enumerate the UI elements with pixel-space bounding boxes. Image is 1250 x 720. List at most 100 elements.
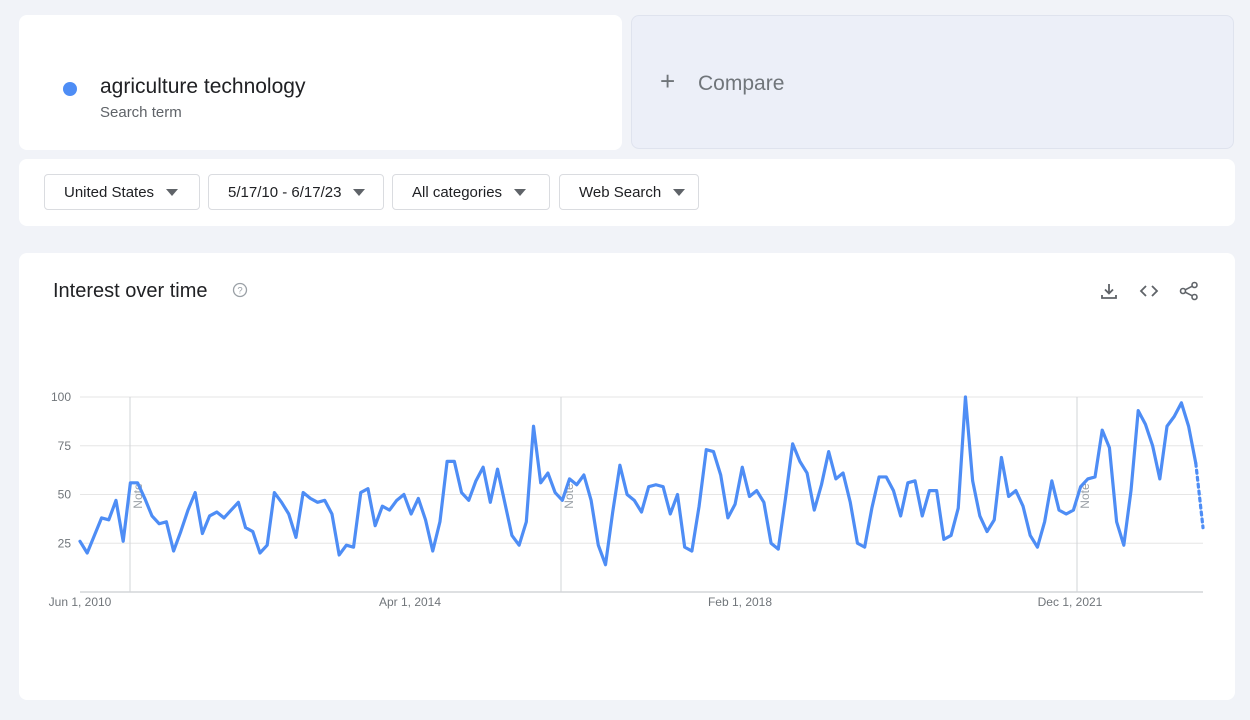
data-point[interactable] [682, 544, 688, 550]
data-point[interactable] [991, 517, 997, 523]
data-point[interactable] [127, 480, 133, 486]
data-point[interactable] [890, 488, 896, 494]
data-point[interactable] [746, 493, 752, 499]
data-point[interactable] [646, 484, 652, 490]
data-point[interactable] [523, 519, 529, 525]
data-point[interactable] [854, 540, 860, 546]
data-point[interactable] [1164, 423, 1170, 429]
data-point[interactable] [293, 534, 299, 540]
data-point[interactable] [459, 490, 465, 496]
data-point[interactable] [941, 536, 947, 542]
data-point[interactable] [394, 497, 400, 503]
region-dropdown[interactable]: United States [44, 174, 200, 210]
data-point[interactable] [869, 505, 875, 511]
data-point[interactable] [1049, 478, 1055, 484]
data-point[interactable] [970, 478, 976, 484]
data-point[interactable] [1085, 476, 1091, 482]
data-point[interactable] [351, 544, 357, 550]
data-point[interactable] [1150, 443, 1156, 449]
data-point[interactable] [1193, 460, 1199, 466]
data-point[interactable] [1106, 445, 1112, 451]
data-point[interactable] [473, 478, 479, 484]
data-point[interactable] [516, 542, 522, 548]
data-point[interactable] [703, 447, 709, 453]
data-point[interactable] [1099, 427, 1105, 433]
data-point[interactable] [379, 503, 385, 509]
data-point[interactable] [811, 507, 817, 513]
data-point[interactable] [1142, 421, 1148, 427]
data-point[interactable] [581, 472, 587, 478]
data-point[interactable] [408, 511, 414, 517]
data-point[interactable] [487, 499, 493, 505]
data-point[interactable] [624, 492, 630, 498]
data-point[interactable] [1056, 507, 1062, 513]
data-point[interactable] [1200, 525, 1206, 531]
data-point[interactable] [804, 470, 810, 476]
data-point[interactable] [99, 515, 105, 521]
data-point[interactable] [545, 470, 551, 476]
data-point[interactable] [271, 490, 277, 496]
data-point[interactable] [207, 513, 213, 519]
data-point[interactable] [603, 562, 609, 568]
data-point[interactable] [286, 511, 292, 517]
data-point[interactable] [674, 492, 680, 498]
data-point[interactable] [120, 538, 126, 544]
data-point[interactable] [387, 507, 393, 513]
data-point[interactable] [718, 472, 724, 478]
data-point[interactable] [617, 462, 623, 468]
data-point[interactable] [531, 423, 537, 429]
data-point[interactable] [754, 488, 760, 494]
data-point[interactable] [847, 499, 853, 505]
data-point[interactable] [667, 511, 673, 517]
data-point[interactable] [955, 505, 961, 511]
data-point[interactable] [199, 531, 205, 537]
data-point[interactable] [480, 464, 486, 470]
data-point[interactable] [1178, 400, 1184, 406]
data-point[interactable] [1034, 544, 1040, 550]
compare-button[interactable]: + Compare [631, 15, 1234, 149]
data-point[interactable] [1078, 484, 1084, 490]
data-point[interactable] [768, 540, 774, 546]
data-point[interactable] [862, 544, 868, 550]
data-point[interactable] [689, 548, 695, 554]
data-point[interactable] [185, 507, 191, 513]
data-point[interactable] [1063, 511, 1069, 517]
data-point[interactable] [235, 499, 241, 505]
data-point[interactable] [574, 482, 580, 488]
data-point[interactable] [1013, 488, 1019, 494]
data-point[interactable] [782, 495, 788, 501]
data-point[interactable] [228, 507, 234, 513]
data-point[interactable] [998, 454, 1004, 460]
data-point[interactable] [905, 480, 911, 486]
data-point[interactable] [934, 488, 940, 494]
data-point[interactable] [1186, 423, 1192, 429]
data-point[interactable] [214, 509, 220, 515]
data-point[interactable] [790, 441, 796, 447]
date-range-dropdown[interactable]: 5/17/10 - 6/17/23 [208, 174, 384, 210]
category-dropdown[interactable]: All categories [392, 174, 550, 210]
data-point[interactable] [113, 497, 119, 503]
data-point[interactable] [372, 523, 378, 529]
data-point[interactable] [1114, 519, 1120, 525]
data-point[interactable] [948, 532, 954, 538]
data-point[interactable] [437, 519, 443, 525]
data-point[interactable] [696, 503, 702, 509]
data-point[interactable] [1020, 503, 1026, 509]
data-point[interactable] [559, 497, 565, 503]
data-point[interactable] [91, 532, 97, 538]
data-point[interactable] [710, 449, 716, 455]
data-point[interactable] [358, 490, 364, 496]
data-point[interactable] [1027, 532, 1033, 538]
data-point[interactable] [221, 515, 227, 521]
data-point[interactable] [451, 458, 457, 464]
data-point[interactable] [1070, 507, 1076, 513]
data-point[interactable] [595, 542, 601, 548]
data-point[interactable] [171, 548, 177, 554]
data-point[interactable] [876, 474, 882, 480]
data-point[interactable] [588, 497, 594, 503]
data-point[interactable] [466, 497, 472, 503]
data-point[interactable] [552, 490, 558, 496]
data-point[interactable] [732, 501, 738, 507]
data-point[interactable] [1128, 488, 1134, 494]
data-point[interactable] [307, 495, 313, 501]
